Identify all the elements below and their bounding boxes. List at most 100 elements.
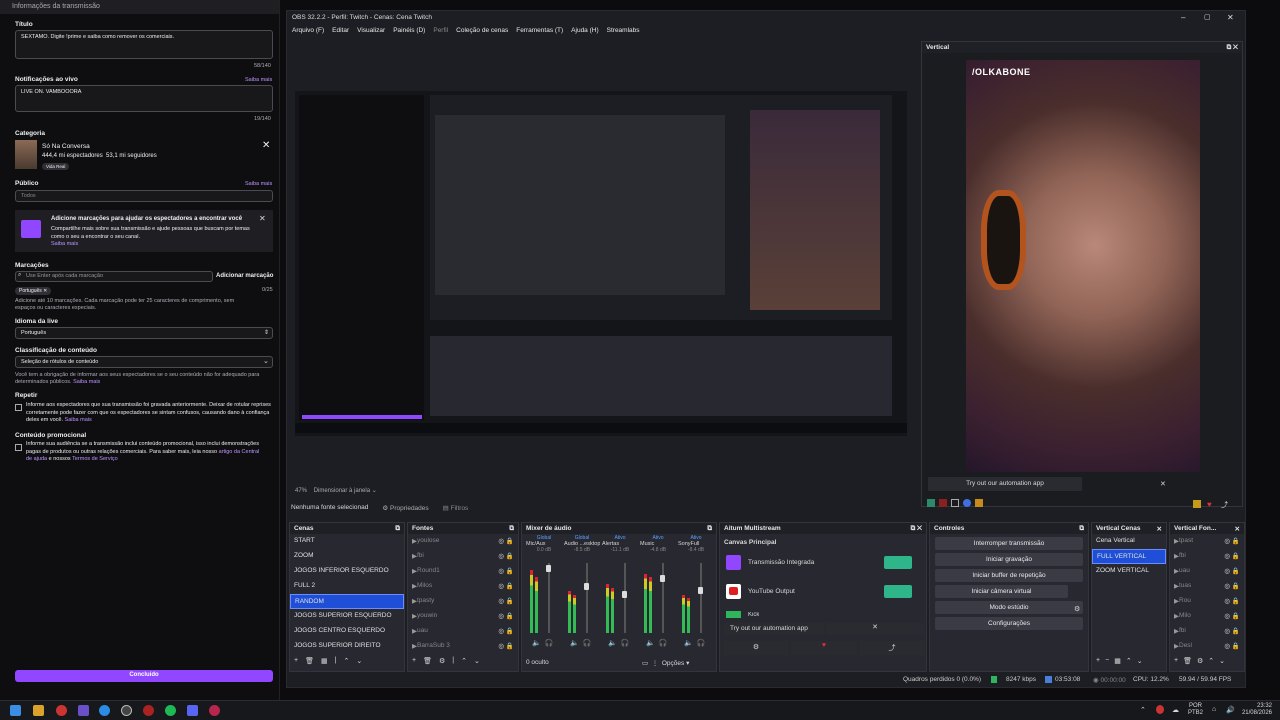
trash-icon[interactable]: 🗑 bbox=[423, 657, 432, 665]
start-icon[interactable] bbox=[10, 705, 21, 716]
menu-streamlabs[interactable]: Streamlabs bbox=[607, 27, 640, 37]
close-icon[interactable]: ✕ bbox=[1227, 13, 1234, 22]
app-icon[interactable] bbox=[78, 705, 89, 716]
vscene-item-selected[interactable]: FULL VERTICAL bbox=[1092, 549, 1166, 564]
down-icon[interactable]: ⌄ bbox=[356, 657, 362, 665]
gear-icon[interactable]: ⚙ bbox=[1074, 605, 1080, 613]
maximize-icon[interactable]: ▢ bbox=[1204, 13, 1211, 21]
promo2-checkbox[interactable] bbox=[15, 444, 22, 451]
visibility-lock-icons[interactable]: ◎ 🔒 bbox=[1224, 627, 1240, 636]
mixer-options[interactable]: ▭ ⋮ Opções ▾ bbox=[642, 659, 689, 667]
close-icon[interactable]: ✕ bbox=[259, 214, 266, 223]
terms-link[interactable]: Termos de Serviço bbox=[72, 456, 118, 462]
sources-item[interactable]: ▶ uau ◎ 🔒 bbox=[408, 624, 518, 639]
visibility-lock-icons[interactable]: ◎ 🔒 bbox=[1224, 537, 1240, 546]
up-icon[interactable]: ⌃ bbox=[343, 657, 349, 665]
language-indicator[interactable]: POR PTB2 bbox=[1188, 703, 1203, 717]
rerun-checkbox[interactable] bbox=[15, 404, 22, 411]
speaker-icon[interactable]: 🔈 bbox=[608, 639, 617, 647]
headphone-icon[interactable]: 🎧 bbox=[545, 639, 554, 647]
minus-icon[interactable]: − bbox=[1105, 657, 1109, 665]
properties-button[interactable]: ⚙ Propriedades bbox=[382, 504, 428, 512]
sources-item[interactable]: ▶ youwin ◎ 🔒 bbox=[408, 609, 518, 624]
visibility-lock-icons[interactable]: ◎ 🔒 bbox=[1224, 612, 1240, 621]
link-icon[interactable]: ⤴ bbox=[1221, 500, 1229, 509]
visibility-lock-icons[interactable]: ◎ 🔒 bbox=[498, 612, 514, 621]
app-icon[interactable] bbox=[209, 705, 220, 716]
close-icon[interactable]: ⧉ ✕ bbox=[911, 525, 922, 532]
notif-more-link[interactable]: Saiba mais bbox=[245, 77, 272, 83]
public-more-link[interactable]: Saiba mais bbox=[245, 181, 272, 187]
sources-item[interactable]: ▶ fbi ◎ 🔒 bbox=[408, 549, 518, 564]
studio-mode-button[interactable]: Modo estúdio bbox=[935, 601, 1083, 614]
scene-item[interactable]: JOGOS INFERIOR ESQUERDO bbox=[290, 564, 404, 579]
add-icon[interactable]: + bbox=[1174, 657, 1178, 665]
volume-slider[interactable] bbox=[662, 563, 664, 633]
filters-button[interactable]: ▤ Filtros bbox=[443, 504, 469, 512]
menu-docks[interactable]: Painéis (D) bbox=[393, 27, 425, 37]
visibility-lock-icons[interactable]: ◎ 🔒 bbox=[1224, 597, 1240, 606]
dock-menu-icon[interactable]: ⧉ bbox=[395, 525, 400, 532]
volume-handle[interactable] bbox=[660, 575, 665, 582]
headphone-icon[interactable]: 🎧 bbox=[583, 639, 592, 647]
gear-icon[interactable]: ⚙ bbox=[724, 641, 788, 655]
scene-item[interactable]: ZOOM bbox=[290, 549, 404, 564]
volume-handle[interactable] bbox=[584, 583, 589, 590]
visibility-lock-icons[interactable]: ◎ 🔒 bbox=[498, 582, 514, 591]
volume-handle[interactable] bbox=[622, 591, 627, 598]
close-icon[interactable]: ✕ bbox=[1157, 525, 1162, 533]
menu-scene-collection[interactable]: Coleção de cenas bbox=[456, 27, 508, 37]
add-icon[interactable]: + bbox=[1096, 657, 1100, 665]
speaker-icon[interactable]: 🔈 bbox=[570, 639, 579, 647]
visibility-lock-icons[interactable]: ◎ 🔒 bbox=[1224, 567, 1240, 576]
minimize-icon[interactable]: – bbox=[1181, 13, 1185, 22]
network-icon[interactable]: ⌂ bbox=[1212, 706, 1216, 713]
public-select[interactable]: Todos bbox=[15, 190, 273, 202]
replay-icon[interactable] bbox=[963, 499, 971, 507]
discord-icon[interactable] bbox=[187, 705, 198, 716]
main-preview[interactable] bbox=[295, 91, 907, 436]
vscene-item[interactable]: Cena Vertical bbox=[1092, 534, 1166, 549]
tray-icon[interactable] bbox=[1156, 705, 1164, 714]
menu-view[interactable]: Visualizar bbox=[357, 27, 385, 37]
menu-help[interactable]: Ajuda (H) bbox=[571, 27, 598, 37]
rerun-more-link[interactable]: Saiba mais bbox=[65, 417, 92, 423]
close-icon[interactable]: ⧉ ✕ bbox=[1227, 44, 1238, 51]
down-icon[interactable]: ⌄ bbox=[474, 657, 480, 665]
visibility-lock-icons[interactable]: ◎ 🔒 bbox=[1224, 642, 1240, 651]
settings-button[interactable]: Configurações bbox=[935, 617, 1083, 630]
start-replay-buffer-button[interactable]: Iniciar buffer de repetição bbox=[935, 569, 1083, 582]
speaker-icon[interactable]: 🔈 bbox=[646, 639, 655, 647]
sources-item[interactable]: ▶ Milos ◎ 🔒 bbox=[408, 579, 518, 594]
lang-select[interactable]: Português bbox=[15, 327, 273, 339]
headphone-icon[interactable]: 🎧 bbox=[659, 639, 668, 647]
class-select[interactable]: Seleção de rótulos de conteúdo bbox=[15, 356, 273, 368]
visibility-lock-icons[interactable]: ◎ 🔒 bbox=[1224, 582, 1240, 591]
add-icon[interactable]: + bbox=[294, 657, 298, 665]
volume-handle[interactable] bbox=[546, 565, 551, 572]
visibility-lock-icons[interactable]: ◎ 🔒 bbox=[498, 642, 514, 651]
down-icon[interactable]: ⌄ bbox=[1219, 657, 1225, 665]
app-icon[interactable] bbox=[143, 705, 154, 716]
headphone-icon[interactable]: 🎧 bbox=[621, 639, 630, 647]
visibility-lock-icons[interactable]: ◎ 🔒 bbox=[498, 552, 514, 561]
filter-icon[interactable]: ▦ bbox=[1114, 657, 1121, 665]
automation-button[interactable]: Try out our automation app bbox=[724, 623, 824, 635]
gear-icon[interactable]: ⚙ bbox=[1197, 657, 1203, 665]
sources-item[interactable]: ▶ BarraSub 3 ◎ 🔒 bbox=[408, 639, 518, 654]
cloud-icon[interactable]: ☁ bbox=[1172, 706, 1179, 714]
down-icon[interactable]: ⌄ bbox=[1137, 657, 1143, 665]
app-icon[interactable] bbox=[56, 705, 67, 716]
scene-item[interactable]: FULL 2 bbox=[290, 579, 404, 594]
gear-icon[interactable]: ⚙ bbox=[439, 657, 445, 665]
stream-toggle-button[interactable] bbox=[884, 556, 912, 569]
heart-icon[interactable]: ♥ bbox=[792, 641, 856, 655]
add-icon[interactable]: + bbox=[412, 657, 416, 665]
scene-item[interactable]: START bbox=[290, 534, 404, 549]
chevron-up-icon[interactable]: ⌃ bbox=[1140, 706, 1146, 714]
notif-input[interactable]: LIVE ON. VAMBOOORA bbox=[15, 85, 273, 112]
vscene-item[interactable]: ZOOM VERTICAL bbox=[1092, 564, 1166, 579]
filter-icon[interactable]: ▦ bbox=[321, 657, 328, 665]
menu-profile[interactable]: Perfil bbox=[433, 27, 448, 37]
visibility-lock-icons[interactable]: ◎ 🔒 bbox=[1224, 552, 1240, 561]
